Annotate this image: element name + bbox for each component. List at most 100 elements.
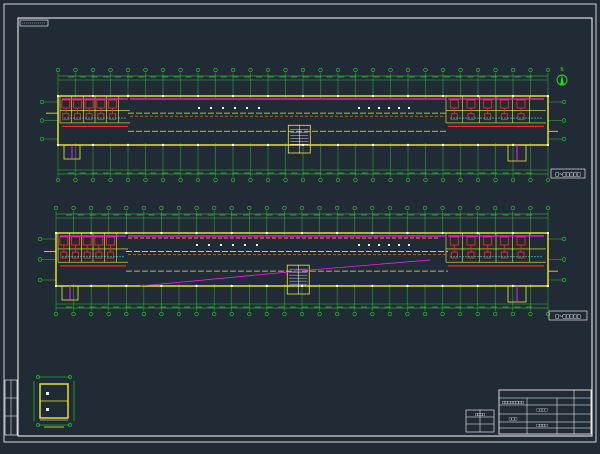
plan-label-lower-text: □~□□□□□ — [555, 313, 581, 320]
column-marker — [90, 232, 93, 234]
right-wing-fixture — [467, 251, 475, 259]
column-marker — [127, 95, 129, 97]
diagonal-duct — [139, 269, 311, 287]
grid-bubble — [90, 177, 96, 183]
column-marker — [57, 144, 59, 146]
column-marker — [512, 95, 514, 97]
grid-bubble — [440, 205, 445, 211]
grid-bubble-side — [37, 257, 43, 262]
column-marker — [162, 144, 164, 146]
column-marker — [336, 285, 339, 287]
grid-bubble — [335, 311, 340, 317]
grid-bubble — [493, 205, 498, 211]
grid-bubble — [265, 67, 271, 73]
room-tag — [258, 107, 260, 109]
grid-bubble — [195, 67, 201, 73]
column-marker — [232, 144, 234, 146]
titleblock-cell-0: □□□□□□□□ — [502, 401, 524, 406]
grid-bubble — [493, 311, 498, 317]
grid-bubble — [282, 205, 287, 211]
grid-bubble — [458, 177, 463, 183]
inner-frame — [17, 17, 593, 437]
grid-bubble — [194, 205, 199, 211]
left-wing-fixture — [83, 251, 91, 259]
left-wing-fixture — [73, 99, 82, 109]
grid-bubble — [510, 205, 515, 211]
column-marker — [406, 285, 409, 287]
column-marker — [195, 285, 198, 287]
column-marker — [441, 232, 444, 234]
north-arrow-needle — [560, 74, 564, 86]
room-tag — [408, 244, 410, 246]
room-tag — [368, 107, 370, 109]
grid-bubble — [475, 311, 480, 317]
grid-bubble — [493, 67, 498, 73]
room-tag — [398, 107, 400, 109]
grid-bubble-side — [561, 277, 567, 283]
grid-bubble — [71, 205, 76, 211]
column-marker — [547, 95, 549, 97]
grid-bubble — [422, 205, 428, 211]
right-wing-fixture — [499, 99, 509, 109]
room-tag — [368, 244, 370, 246]
left-wing-fixture — [59, 236, 69, 246]
column-marker — [90, 285, 93, 287]
column-marker — [372, 144, 374, 146]
grid-bubble — [212, 311, 217, 317]
grid-bubble — [160, 67, 166, 73]
room-tag — [196, 244, 198, 246]
grid-bubble — [423, 177, 428, 183]
grid-bubble — [213, 67, 218, 73]
titleblock-cell-3: □□□□ — [537, 424, 548, 429]
right-wing-fixture — [500, 251, 508, 259]
grid-bubble — [300, 177, 306, 183]
exterior-wall — [57, 95, 549, 146]
grid-bubble — [475, 177, 481, 183]
grid-bubble — [247, 205, 252, 211]
grid-bubble — [335, 177, 341, 183]
left-wing-fixture — [74, 113, 81, 121]
grid-bubble — [283, 177, 288, 183]
column-marker — [407, 144, 409, 146]
room-tag — [208, 244, 210, 246]
grid-bubble — [55, 67, 61, 73]
left-wing-fixture — [82, 236, 92, 246]
column-marker — [371, 285, 374, 287]
grid-bubble-side — [561, 257, 567, 262]
plan-label-upper-text: □~□□□□□ — [555, 171, 581, 178]
grid-bubble — [159, 311, 164, 317]
grid-bubble — [229, 205, 234, 211]
grid-bubble — [73, 177, 78, 183]
column-marker — [92, 144, 94, 146]
column-marker — [197, 144, 199, 146]
grid-bubble — [405, 311, 410, 317]
grid-bubble — [89, 311, 94, 317]
room-tag — [198, 107, 200, 109]
grid-bubble-side — [39, 136, 45, 142]
grid-bubble — [388, 67, 393, 73]
grid-bubble — [440, 67, 446, 73]
room-tag — [378, 244, 380, 246]
grid-bubble — [247, 311, 252, 317]
room-tag — [222, 107, 224, 109]
grid-bubble — [528, 67, 533, 73]
grid-bubble-side — [561, 236, 567, 242]
grid-bubble — [440, 311, 445, 317]
grid-bubble — [143, 67, 148, 73]
grid-bubble — [53, 311, 59, 317]
left-wing-fixture — [96, 99, 106, 109]
left-wing-fixture — [97, 113, 105, 121]
grid-bubble — [141, 205, 146, 211]
room-tag — [220, 244, 222, 246]
room-tag — [232, 244, 234, 246]
right-wing-fixture — [467, 113, 475, 121]
grid-bubble — [125, 67, 131, 73]
grid-bubble — [318, 177, 323, 183]
revision-stamp-label: □□□□ — [475, 412, 485, 417]
titleblock-cell-1: □□□□ — [537, 408, 548, 413]
plan-label-upper: □~□□□□□ — [550, 168, 586, 179]
grid-bubble-side — [561, 136, 567, 142]
column-marker — [406, 232, 409, 234]
grid-bubble — [475, 67, 481, 73]
left-wing-fixture — [108, 99, 117, 109]
